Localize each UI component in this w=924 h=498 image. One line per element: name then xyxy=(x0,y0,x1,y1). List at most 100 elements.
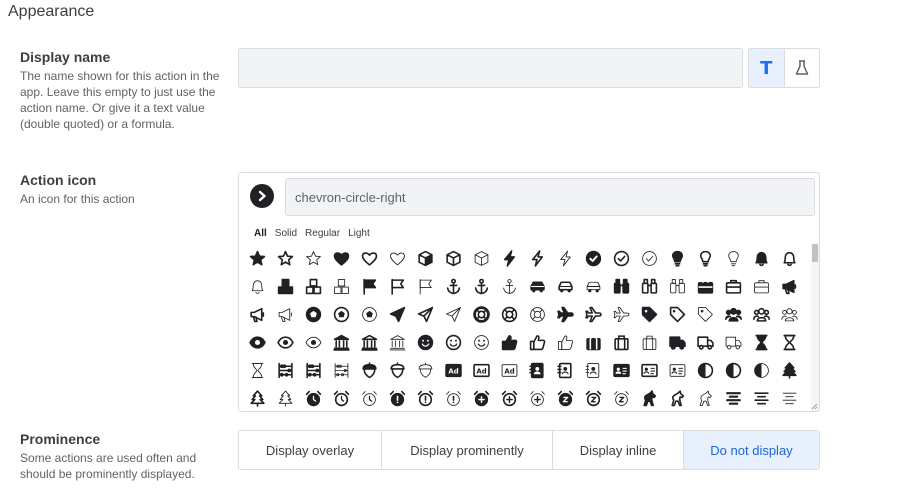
address-book-regular-icon[interactable] xyxy=(552,357,578,383)
paper-plane-solid-icon[interactable] xyxy=(384,301,410,327)
anchor-regular-icon[interactable] xyxy=(468,273,494,299)
adjust-solid-icon[interactable] xyxy=(692,357,718,383)
briefcase-solid-icon[interactable] xyxy=(692,273,718,299)
tag-light-icon[interactable] xyxy=(692,301,718,327)
resize-handle-icon[interactable] xyxy=(811,403,818,410)
filter-light[interactable]: Light xyxy=(348,228,370,239)
bullhorn-light-icon[interactable] xyxy=(272,301,298,327)
alarm-clock-regular-icon[interactable] xyxy=(328,385,354,411)
cube-light-icon[interactable] xyxy=(468,245,494,271)
hourglass-solid-icon[interactable] xyxy=(748,329,774,355)
users-light-icon[interactable] xyxy=(776,301,802,327)
bolt-solid-icon[interactable] xyxy=(496,245,522,271)
smile-solid-icon[interactable] xyxy=(412,329,438,355)
binoculars-solid-icon[interactable] xyxy=(608,273,634,299)
hourglass-regular-icon[interactable] xyxy=(776,329,802,355)
briefcase-regular-icon[interactable] xyxy=(720,273,746,299)
life-ring-regular-icon[interactable] xyxy=(496,301,522,327)
ad-light-icon[interactable]: Ad xyxy=(496,357,522,383)
eye-solid-icon[interactable] xyxy=(244,329,270,355)
futbol-solid-icon[interactable] xyxy=(300,301,326,327)
alicorn-light-icon[interactable] xyxy=(692,385,718,411)
hourglass-light-icon[interactable] xyxy=(244,357,270,383)
heart-regular-icon[interactable] xyxy=(356,245,382,271)
alarm-exclamation-solid-icon[interactable] xyxy=(384,385,410,411)
heart-solid-icon[interactable] xyxy=(328,245,354,271)
acorn-light-icon[interactable] xyxy=(412,357,438,383)
ad-regular-icon[interactable]: Ad xyxy=(468,357,494,383)
bullhorn-regular-icon[interactable] xyxy=(244,301,270,327)
plane-light-icon[interactable] xyxy=(608,301,634,327)
filter-all[interactable]: All xyxy=(254,228,267,239)
alarm-exclamation-regular-icon[interactable] xyxy=(412,385,438,411)
futbol-regular-icon[interactable] xyxy=(328,301,354,327)
formula-type-button[interactable] xyxy=(784,49,819,87)
display-name-input[interactable] xyxy=(238,48,743,88)
cube-solid-icon[interactable] xyxy=(412,245,438,271)
plane-solid-icon[interactable] xyxy=(552,301,578,327)
bell-solid-icon[interactable] xyxy=(748,245,774,271)
cubes-light-icon[interactable] xyxy=(328,273,354,299)
adjust-regular-icon[interactable] xyxy=(720,357,746,383)
briefcase-light-icon[interactable] xyxy=(748,273,774,299)
paper-plane-light-icon[interactable] xyxy=(440,301,466,327)
alicorn-solid-icon[interactable] xyxy=(636,385,662,411)
abacus-regular-icon[interactable] xyxy=(300,357,326,383)
display-overlay-button[interactable]: Display overlay xyxy=(239,431,382,469)
tree-solid-icon[interactable] xyxy=(776,357,802,383)
futbol-light-icon[interactable] xyxy=(356,301,382,327)
truck-light-icon[interactable] xyxy=(720,329,746,355)
flag-regular-icon[interactable] xyxy=(384,273,410,299)
star-solid-icon[interactable] xyxy=(244,245,270,271)
life-ring-light-icon[interactable] xyxy=(524,301,550,327)
car-light-icon[interactable] xyxy=(580,273,606,299)
bell-regular-icon[interactable] xyxy=(776,245,802,271)
abacus-solid-icon[interactable] xyxy=(272,357,298,383)
display-inline-button[interactable]: Display inline xyxy=(553,431,684,469)
check-circle-regular-icon[interactable] xyxy=(608,245,634,271)
anchor-light-icon[interactable] xyxy=(496,273,522,299)
tree-light-icon[interactable] xyxy=(272,385,298,411)
ad-solid-icon[interactable]: Ad xyxy=(440,357,466,383)
thumbs-up-light-icon[interactable] xyxy=(552,329,578,355)
abacus-light-icon[interactable] xyxy=(328,357,354,383)
heart-light-icon[interactable] xyxy=(384,245,410,271)
thumbs-up-regular-icon[interactable] xyxy=(524,329,550,355)
filter-solid[interactable]: Solid xyxy=(275,228,297,239)
bolt-regular-icon[interactable] xyxy=(524,245,550,271)
align-center-solid-icon[interactable] xyxy=(720,385,746,411)
alarm-exclamation-light-icon[interactable] xyxy=(440,385,466,411)
acorn-regular-icon[interactable] xyxy=(384,357,410,383)
tree-regular-icon[interactable] xyxy=(244,385,270,411)
car-regular-icon[interactable] xyxy=(552,273,578,299)
paper-plane-regular-icon[interactable] xyxy=(412,301,438,327)
address-card-regular-icon[interactable] xyxy=(636,357,662,383)
bell-light-icon[interactable] xyxy=(244,273,270,299)
car-solid-icon[interactable] xyxy=(524,273,550,299)
tag-regular-icon[interactable] xyxy=(664,301,690,327)
alarm-plus-regular-icon[interactable] xyxy=(496,385,522,411)
do-not-display-button[interactable]: Do not display xyxy=(684,431,819,469)
lightbulb-regular-icon[interactable] xyxy=(692,245,718,271)
smile-light-icon[interactable] xyxy=(468,329,494,355)
address-card-light-icon[interactable] xyxy=(664,357,690,383)
alarm-snooze-light-icon[interactable] xyxy=(608,385,634,411)
cube-regular-icon[interactable] xyxy=(440,245,466,271)
align-center-light-icon[interactable] xyxy=(776,385,802,411)
filter-regular[interactable]: Regular xyxy=(305,228,340,239)
tag-solid-icon[interactable] xyxy=(636,301,662,327)
icon-search-input[interactable] xyxy=(285,178,815,216)
alarm-snooze-regular-icon[interactable] xyxy=(580,385,606,411)
alicorn-regular-icon[interactable] xyxy=(664,385,690,411)
alarm-plus-light-icon[interactable] xyxy=(524,385,550,411)
check-circle-light-icon[interactable] xyxy=(636,245,662,271)
adjust-light-icon[interactable] xyxy=(748,357,774,383)
life-ring-solid-icon[interactable] xyxy=(468,301,494,327)
star-regular-icon[interactable] xyxy=(272,245,298,271)
address-book-light-icon[interactable] xyxy=(580,357,606,383)
truck-regular-icon[interactable] xyxy=(692,329,718,355)
cubes-regular-icon[interactable] xyxy=(300,273,326,299)
plane-regular-icon[interactable] xyxy=(580,301,606,327)
lightbulb-light-icon[interactable] xyxy=(720,245,746,271)
acorn-solid-icon[interactable] xyxy=(356,357,382,383)
